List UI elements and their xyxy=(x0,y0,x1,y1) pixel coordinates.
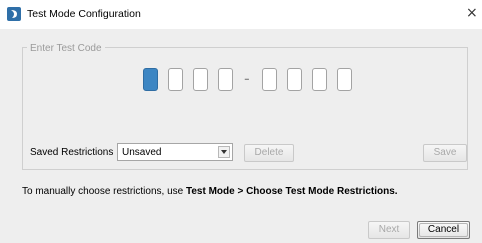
delete-button[interactable]: Delete xyxy=(244,144,294,162)
app-icon xyxy=(7,7,21,21)
code-digit-1[interactable] xyxy=(143,68,158,91)
cancel-button[interactable]: Cancel xyxy=(417,221,470,239)
instruction-text: To manually choose restrictions, use Tes… xyxy=(22,186,398,197)
next-button[interactable]: Next xyxy=(368,221,410,239)
code-digit-7[interactable] xyxy=(312,68,327,91)
instruction-prefix: To manually choose restrictions, use xyxy=(22,186,186,197)
cancel-label: Cancel xyxy=(427,224,460,235)
test-code-legend: Enter Test Code xyxy=(27,43,105,54)
save-button[interactable]: Save xyxy=(423,144,467,162)
instruction-menu-path: Test Mode > Choose Test Mode Restriction… xyxy=(185,186,398,197)
code-separator: - xyxy=(244,69,250,88)
code-digit-8[interactable] xyxy=(337,68,352,91)
window-title: Test Mode Configuration xyxy=(27,8,141,20)
code-digit-3[interactable] xyxy=(193,68,208,91)
saved-restrictions-label: Saved Restrictions xyxy=(30,147,114,158)
code-digit-4[interactable] xyxy=(218,68,233,91)
chevron-down-icon[interactable] xyxy=(218,146,230,158)
title-bar: Test Mode Configuration × xyxy=(0,0,482,29)
code-digit-2[interactable] xyxy=(168,68,183,91)
code-digit-5[interactable] xyxy=(262,68,277,91)
code-digit-6[interactable] xyxy=(287,68,302,91)
saved-restrictions-value: Unsaved xyxy=(122,147,162,158)
saved-restrictions-select[interactable]: Unsaved xyxy=(117,143,233,161)
close-icon[interactable]: × xyxy=(466,5,478,21)
